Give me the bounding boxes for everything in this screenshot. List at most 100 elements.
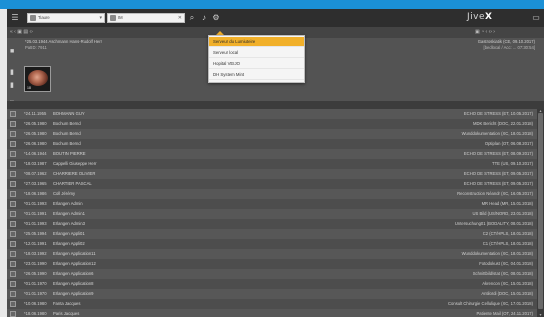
birth-date: *08.07.1962 <box>24 171 47 176</box>
row-checkbox[interactable] <box>10 311 16 317</box>
table-row[interactable]: *01.01.1993 Erlangen Admin3 Untersuchung01… <box>7 219 537 229</box>
row-checkbox[interactable] <box>10 171 16 177</box>
modality-select[interactable]: IM ✕ <box>107 13 185 23</box>
table-row[interactable]: *10.06.1980 Fanta Jacques Consult Chirurgi… <box>7 299 537 309</box>
study-cell: Patiente Mail (OT, 24.11.2017) <box>476 311 533 316</box>
settings-icon[interactable]: ⚙ <box>211 13 221 23</box>
row-checkbox[interactable] <box>10 151 16 157</box>
table-row[interactable]: *18.06.1986 Coll Jérémy Reconstruction Néa… <box>7 189 537 199</box>
table-row[interactable]: *18.06.1980 Paris Jacques Patiente Mail (O… <box>7 309 537 317</box>
patient-name-cell: Cappelli Giuseppe Herr <box>53 161 97 166</box>
patient-name-cell: Erlangen Appli01 <box>53 231 85 236</box>
patient-name-cell: Bochum Bernd <box>53 121 81 126</box>
table-row[interactable]: *01.01.1970 Erlangen Application8 Akrencon… <box>7 279 537 289</box>
table-row[interactable]: *01.01.1991 Erlangen Admin1 US Bild (US/NO… <box>7 209 537 219</box>
patient-name-cell: Paris Jacques <box>53 311 80 316</box>
institution-select[interactable]: Tiaure ▾ <box>27 13 105 23</box>
dropdown-item[interactable]: DH System Mint <box>209 70 304 80</box>
patient-name-cell: Erlangen Application8 <box>53 281 94 286</box>
row-checkbox[interactable] <box>10 121 16 127</box>
table-row[interactable]: *24.11.1955 BOHMANN GUY ECHO DE STRESS (ET… <box>7 109 537 119</box>
study-cell: Reconstruction Néandr (XC, 16.05.2017) <box>457 191 533 196</box>
scrollbar[interactable]: ▴ ▾ <box>537 109 544 317</box>
study-cell: C2 (CT/HPLS, 18.01.2018) <box>482 231 533 236</box>
table-row[interactable]: *12.01.1991 Erlangen Appli02 C1 (CT/HPLS, … <box>7 239 537 249</box>
birth-date: *01.01.1991 <box>24 211 47 216</box>
scrollbar-thumb[interactable] <box>538 113 543 309</box>
folder-icon[interactable]: ■ <box>10 48 18 56</box>
server-dropdown: Serveur du Lumiuteire Serveur local Hopita… <box>208 35 305 83</box>
chevron-down-icon: ▾ <box>99 15 102 21</box>
patient-name-cell: Erlangen Application6 <box>53 271 94 276</box>
institution-select-value: Tiaure <box>38 15 50 20</box>
row-checkbox[interactable] <box>10 131 16 137</box>
table-row[interactable]: *25.05.1994 Erlangen Appli01 C2 (CT/HPLS, … <box>7 229 537 239</box>
app-logo: JiveX <box>467 12 517 24</box>
row-checkbox[interactable] <box>10 231 16 237</box>
row-checkbox[interactable] <box>10 291 16 297</box>
table-row[interactable]: *23.01.1990 Erlangen Application12 Fotodok… <box>7 259 537 269</box>
patient-name-cell: CHARTIER PASCAL <box>53 181 92 186</box>
study-cell: TTE (US, 09.10.2017) <box>492 161 533 166</box>
study-cell: MDK Bericht (DOC, 22.01.2018) <box>472 121 533 126</box>
table-row[interactable]: *26.06.1980 Bochum Bernd Optiplan (OT, 06.… <box>7 139 537 149</box>
table-row[interactable]: *26.05.1980 Bochum Bernd MDK Bericht (DOC,… <box>7 119 537 129</box>
row-checkbox[interactable] <box>10 181 16 187</box>
study-cell: MR Head (MR, 15.01.2018) <box>481 201 533 206</box>
study-title: Gastroskiatik (CE, 09.10.2017) <box>477 39 535 44</box>
study-cell: ECHO DE STRESS (ET, 10.05.2017) <box>463 111 533 116</box>
row-checkbox[interactable] <box>10 211 16 217</box>
study-cell: ECHO DE STRESS (ET, 08.09.2017) <box>463 151 533 156</box>
table-row[interactable]: *26.05.1980 Bochum Bernd Wunddokumentation… <box>7 129 537 139</box>
birth-date: *18.03.1987 <box>24 161 47 166</box>
table-row[interactable]: *18.03.1987 Cappelli Giuseppe Herr TTE (US… <box>7 159 537 169</box>
table-row[interactable]: *01.01.1970 Erlangen Application9 Antilord… <box>7 289 537 299</box>
subbar-left-controls[interactable]: « ‹ ▣ ▤ ‹› <box>10 29 33 35</box>
row-checkbox[interactable] <box>10 261 16 267</box>
section-divider <box>7 101 544 109</box>
table-row[interactable]: *18.03.1992 Erlangen Application11 Wunddok… <box>7 249 537 259</box>
row-checkbox[interactable] <box>10 281 16 287</box>
study-cell: Wunddokumentation (XC, 18.01.2018) <box>461 251 533 256</box>
dropdown-item[interactable]: Serveur local <box>209 48 304 58</box>
table-row[interactable]: *14.06.1944 BOUTIN PIERRE ECHO DE STRESS (… <box>7 149 537 159</box>
study-cell: Wunddokumentation (XC, 18.01.2018) <box>461 131 533 136</box>
row-checkbox[interactable] <box>10 271 16 277</box>
row-checkbox[interactable] <box>10 251 16 257</box>
scroll-down-icon[interactable]: ▾ <box>538 313 543 317</box>
birth-date: *10.06.1980 <box>24 301 47 306</box>
document-icon[interactable]: ▮ <box>10 69 18 77</box>
row-checkbox[interactable] <box>10 221 16 227</box>
row-checkbox[interactable] <box>10 191 16 197</box>
row-checkbox[interactable] <box>10 161 16 167</box>
top-accent-bar <box>0 0 544 9</box>
birth-date: *01.01.1993 <box>24 201 47 206</box>
file-icon[interactable]: ▮ <box>10 82 18 90</box>
birth-date: *01.01.1993 <box>24 221 47 226</box>
subbar-right-controls[interactable]: ▣ ◔ ‹ ‹› › <box>475 29 495 35</box>
row-checkbox[interactable] <box>10 111 16 117</box>
thumbnail-caption: 18 <box>27 86 31 90</box>
menu-icon[interactable]: ☰ <box>10 13 20 23</box>
close-icon[interactable]: ✕ <box>178 14 182 22</box>
search-icon[interactable]: ⌕ <box>187 13 197 23</box>
table-row[interactable]: *27.03.1965 CHARTIER PASCAL ECHO DE STRESS… <box>7 179 537 189</box>
table-row[interactable]: *26.05.1990 Erlangen Application6 Schnittb… <box>7 269 537 279</box>
notification-icon[interactable]: ♪ <box>199 13 209 23</box>
table-row[interactable]: *01.01.1993 Erlangen Admin MR Head (MR, 15… <box>7 199 537 209</box>
row-checkbox[interactable] <box>10 141 16 147</box>
patient-name-cell: Erlangen Application9 <box>53 291 94 296</box>
dropdown-item[interactable]: Hopital VEIJO <box>209 59 304 69</box>
table-row[interactable]: *08.07.1962 CHARRIERE OLIVIER ECHO DE STRE… <box>7 169 537 179</box>
window-icon[interactable]: ▭ <box>531 13 541 23</box>
series-thumbnail[interactable]: 18 <box>24 66 51 92</box>
row-checkbox[interactable] <box>10 241 16 247</box>
dropdown-item[interactable]: Serveur du Lumiuteire <box>209 37 304 47</box>
row-checkbox[interactable] <box>10 201 16 207</box>
study-cell: Akrencon (XC, 15.01.2018) <box>482 281 533 286</box>
toolbar: ☰ Tiaure ▾ IM ✕ ⌕ ♪ ⚙ JiveX ▭ <box>7 9 544 27</box>
patient-name-cell: BOHMANN GUY <box>53 111 85 116</box>
row-checkbox[interactable] <box>10 301 16 307</box>
study-cell: Antilordi (DOC, 15.01.2018) <box>481 291 533 296</box>
patient-name-cell: Erlangen Admin1 <box>53 211 85 216</box>
